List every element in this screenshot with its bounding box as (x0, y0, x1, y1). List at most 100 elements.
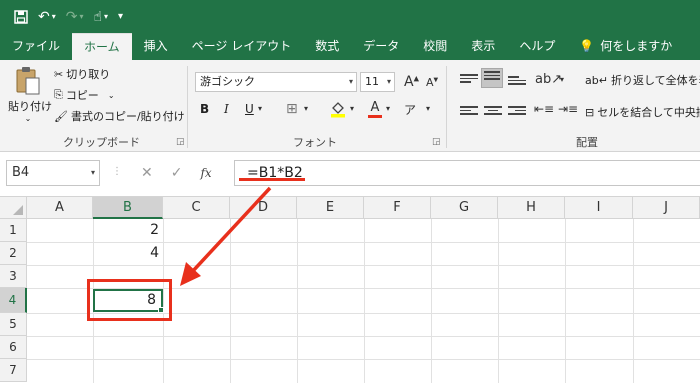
font-color-icon[interactable]: A (368, 100, 382, 118)
copy-button[interactable]: ⎘ コピー ⌄ (54, 87, 115, 103)
chevron-down-icon[interactable]: ▾ (91, 161, 95, 185)
underline-button[interactable]: U (245, 102, 254, 116)
tab-data[interactable]: データ (351, 33, 411, 60)
phonetic-caret-icon[interactable]: ▾ (426, 104, 430, 113)
row-header-6[interactable]: 6 (0, 336, 27, 359)
cell-b2[interactable]: 4 (93, 242, 163, 265)
merge-center-icon: ⊟ (585, 105, 595, 119)
undo-icon[interactable]: ↶ ▾ (38, 9, 56, 25)
tab-insert[interactable]: 挿入 (132, 33, 180, 60)
orientation-caret-icon[interactable]: ▾ (560, 75, 564, 84)
enter-icon[interactable]: ✓ (171, 165, 183, 181)
border-caret-icon[interactable]: ▾ (304, 104, 308, 113)
redo-icon[interactable]: ↷ ▾ (66, 9, 84, 25)
wrap-text-icon: ab↵ (585, 73, 608, 87)
bold-button[interactable]: B (200, 102, 209, 116)
paste-caret-icon[interactable]: ⌄ (8, 114, 48, 123)
name-box-value: B4 (12, 165, 30, 180)
decrease-indent-icon[interactable]: ⇤≡ (534, 102, 554, 116)
phonetic-icon[interactable]: ア (404, 101, 416, 118)
fill-color-icon[interactable] (330, 100, 346, 121)
font-launcher-icon[interactable]: ◲ (432, 137, 441, 147)
column-header-e[interactable]: E (297, 197, 364, 219)
copy-label: コピー (65, 89, 99, 102)
paste-button[interactable]: 貼り付け ⌄ (8, 66, 52, 128)
align-left-icon[interactable] (460, 104, 478, 118)
wrap-text-label: 折り返して全体を表示 (610, 74, 700, 87)
font-size-select[interactable]: 11 ▾ (360, 72, 395, 92)
name-box[interactable]: B4 ▾ (6, 160, 100, 186)
tab-help[interactable]: ヘルプ (507, 33, 567, 60)
copy-caret-icon[interactable]: ⌄ (108, 91, 115, 100)
chevron-down-icon: ▾ (386, 77, 391, 86)
column-header-a[interactable]: A (27, 197, 93, 219)
orientation-icon[interactable]: ab↗ (535, 72, 562, 87)
font-color-caret-icon[interactable]: ▾ (386, 104, 390, 113)
format-painter-icon: 🖌 (54, 109, 68, 123)
underline-caret-icon[interactable]: ▾ (258, 104, 262, 113)
cut-label: 切り取り (66, 68, 111, 81)
font-name-select[interactable]: 游ゴシック ▾ (195, 72, 357, 92)
font-size-value: 11 (365, 75, 379, 88)
column-header-g[interactable]: G (431, 197, 498, 219)
align-center-icon[interactable] (484, 104, 502, 118)
copy-icon: ⎘ (54, 88, 63, 101)
column-header-c[interactable]: C (163, 197, 230, 219)
row-header-5[interactable]: 5 (0, 313, 27, 336)
tab-file[interactable]: ファイル (0, 33, 72, 60)
align-top-icon[interactable] (460, 72, 478, 86)
fill-color-caret-icon[interactable]: ▾ (350, 104, 354, 113)
row-header-2[interactable]: 2 (0, 242, 27, 265)
gridline (27, 336, 700, 337)
cell-b1[interactable]: 2 (93, 219, 163, 242)
grow-font-icon[interactable]: A▲ (404, 74, 419, 90)
tell-me-label: 何をしますか (600, 39, 673, 53)
formula-buttons: ✕ ✓ fx (127, 160, 227, 186)
row-header-3[interactable]: 3 (0, 265, 27, 288)
tab-view[interactable]: 表示 (459, 33, 507, 60)
format-painter-button[interactable]: 🖌 書式のコピー/貼り付け (54, 108, 185, 124)
row-header-4[interactable]: 4 (0, 288, 27, 313)
column-header-h[interactable]: H (498, 197, 565, 219)
tell-me-search[interactable]: 💡 何をしますか (567, 33, 684, 60)
tab-formulas[interactable]: 数式 (303, 33, 351, 60)
tab-review[interactable]: 校閲 (411, 33, 459, 60)
clipboard-group-label: クリップボード (63, 136, 140, 149)
ribbon-tabs: ファイル ホーム 挿入 ページ レイアウト 数式 データ 校閲 表示 ヘルプ 💡… (0, 33, 700, 60)
paste-label: 貼り付け (8, 100, 52, 113)
tab-home[interactable]: ホーム (72, 33, 132, 60)
column-header-i[interactable]: I (565, 197, 633, 219)
grip-icon[interactable]: ⋮ (112, 166, 122, 177)
save-icon[interactable] (14, 9, 28, 24)
column-header-f[interactable]: F (364, 197, 431, 219)
clipboard-launcher-icon[interactable]: ◲ (176, 137, 185, 147)
cancel-icon[interactable]: ✕ (141, 165, 153, 181)
group-divider (187, 66, 188, 148)
font-group-label: フォント (293, 136, 337, 149)
align-bottom-icon[interactable] (508, 74, 526, 88)
wrap-text-button[interactable]: ab↵ 折り返して全体を表示 (585, 72, 700, 88)
row-header-7[interactable]: 7 (0, 359, 27, 382)
select-all-button[interactable] (0, 197, 27, 219)
merge-center-button[interactable]: ⊟ セルを結合して中央揃 (585, 104, 700, 120)
align-right-icon[interactable] (508, 104, 526, 118)
row-header-1[interactable]: 1 (0, 219, 27, 242)
border-icon[interactable]: ⊞ (286, 101, 298, 117)
touch-mode-icon[interactable]: ☝ ▾ (94, 9, 109, 25)
annotation-underline (239, 178, 305, 181)
lightbulb-icon: 💡 (579, 39, 595, 53)
font-name-value: 游ゴシック (200, 75, 255, 88)
column-header-j[interactable]: J (633, 197, 700, 219)
tab-page-layout[interactable]: ページ レイアウト (180, 33, 304, 60)
insert-function-icon[interactable]: fx (200, 166, 211, 180)
align-middle-icon[interactable] (481, 68, 503, 88)
increase-indent-icon[interactable]: ⇥≡ (558, 102, 578, 116)
formula-bar: B4 ▾ ⋮ ✕ ✓ fx =B1*B2 (0, 152, 700, 197)
column-header-d[interactable]: D (230, 197, 297, 219)
customize-icon[interactable]: ▾ (118, 11, 123, 22)
cut-button[interactable]: ✂ 切り取り (54, 66, 110, 82)
italic-button[interactable]: I (224, 102, 229, 116)
formula-input[interactable]: =B1*B2 (234, 160, 700, 186)
shrink-font-icon[interactable]: A▼ (426, 76, 438, 89)
column-header-b[interactable]: B (93, 197, 163, 219)
